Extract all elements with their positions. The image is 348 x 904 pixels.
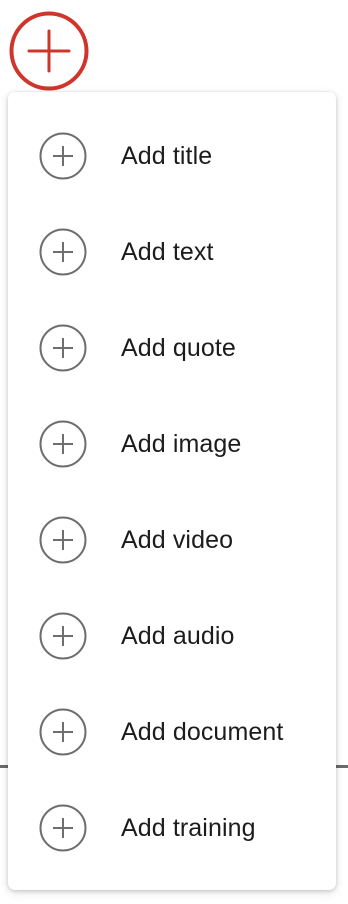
plus-circle-icon (39, 612, 87, 660)
plus-circle-icon (39, 132, 87, 180)
menu-item-label: Add text (121, 238, 214, 266)
add-block-menu: Add title Add text Add quote Add image A… (8, 92, 336, 890)
menu-item-add-quote[interactable]: Add quote (8, 300, 336, 396)
menu-list: Add title Add text Add quote Add image A… (8, 108, 336, 876)
menu-item-label: Add audio (121, 622, 235, 650)
menu-item-label: Add quote (121, 334, 236, 362)
plus-circle-icon (39, 708, 87, 756)
menu-item-label: Add document (121, 718, 284, 746)
plus-circle-icon (39, 420, 87, 468)
menu-item-label: Add training (121, 814, 256, 842)
menu-item-label: Add title (121, 142, 213, 170)
plus-circle-icon (39, 228, 87, 276)
menu-item-add-document[interactable]: Add document (8, 684, 336, 780)
menu-item-label: Add image (121, 430, 242, 458)
menu-item-add-video[interactable]: Add video (8, 492, 336, 588)
plus-circle-icon (39, 324, 87, 372)
menu-item-add-training[interactable]: Add training (8, 780, 336, 876)
menu-item-label: Add video (121, 526, 234, 554)
add-block-button[interactable] (8, 10, 90, 92)
menu-item-add-audio[interactable]: Add audio (8, 588, 336, 684)
plus-circle-icon (9, 11, 89, 91)
plus-circle-icon (39, 804, 87, 852)
menu-item-add-image[interactable]: Add image (8, 396, 336, 492)
menu-item-add-title[interactable]: Add title (8, 108, 336, 204)
plus-circle-icon (39, 516, 87, 564)
menu-item-add-text[interactable]: Add text (8, 204, 336, 300)
